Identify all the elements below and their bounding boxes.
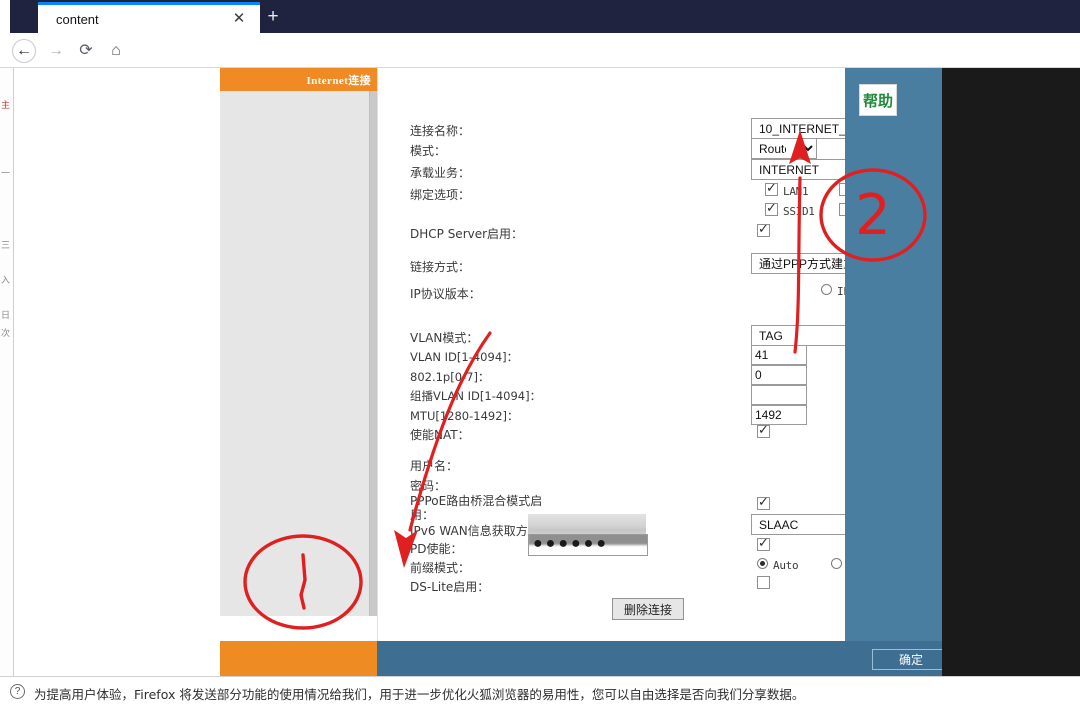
left-panel-footer [220, 641, 377, 676]
nat-checkbox[interactable] [757, 425, 770, 438]
dhcp-server-label: DHCP Server启用： [410, 225, 523, 242]
firefox-notification-bar: ? 为提高用户体验，Firefox 将发送部分功能的使用情况给我们，用于进一步优… [0, 676, 1080, 706]
back-button[interactable]: ← [12, 39, 36, 63]
home-button[interactable]: ⌂ [106, 41, 126, 61]
screenshot-root: content ✕ + ← → ⟳ ⌂ 192.168.1.1/cgi [0, 0, 1080, 706]
page-title: Internet连接 [307, 72, 372, 88]
vlan-id-input[interactable] [751, 345, 807, 365]
password-masked-value: ●●●●●● [533, 536, 609, 552]
tab-title: content [56, 12, 99, 27]
prefix-manual-radio[interactable] [831, 558, 842, 569]
priority-input[interactable] [751, 365, 807, 385]
priority-label: 802.1p[0-7]： [410, 369, 489, 385]
help-button-label: 帮助 [863, 90, 893, 111]
pppoe-checkbox[interactable] [757, 497, 770, 510]
left-panel-scrollbar[interactable] [370, 91, 377, 616]
page-viewport: 主 一 三 入 日 次 Internet连接 连接名称： 10_INT [0, 68, 1080, 676]
password-input[interactable]: ●●●●●● [528, 534, 648, 556]
right-help-panel: 帮助 [845, 68, 942, 641]
pppoe-label-line2: 用： [410, 506, 434, 523]
mtu-label: MTU[1280-1492]： [410, 408, 519, 424]
service-label: 承载业务： [410, 164, 470, 181]
prefix-auto-label: Auto [773, 559, 798, 572]
prefix-mode-label: 前缀模式： [410, 559, 470, 576]
conn-name-label: 连接名称： [410, 122, 470, 139]
mode-label: 模式： [410, 142, 446, 159]
browser-nav-bar: ← → ⟳ ⌂ 192.168.1.1/cgi-bin/content_tele… [0, 33, 1080, 68]
bind-ssid1-checkbox[interactable] [765, 203, 778, 216]
vlan-mode-label: VLAN模式： [410, 329, 478, 346]
close-icon[interactable]: ✕ [230, 10, 248, 28]
username-label: 用户名： [410, 457, 458, 474]
browser-tab-content[interactable]: content ✕ [38, 2, 260, 33]
pd-label: PD使能： [410, 540, 462, 557]
bind-lan1-checkbox[interactable] [765, 183, 778, 196]
bind-ssid1-label: SSID1 [783, 205, 815, 218]
bind-lan1-label: LAN1 [783, 185, 808, 198]
form-footer-bar: 确定 取消 [377, 641, 942, 676]
left-nav-panel [220, 91, 370, 616]
mcast-vlan-input[interactable] [751, 385, 807, 405]
dslite-checkbox[interactable] [757, 576, 770, 589]
desktop-background-right [942, 68, 1080, 676]
reload-button[interactable]: ⟳ [76, 41, 96, 61]
background-window-column: 主 一 三 入 日 次 [0, 68, 14, 676]
vlan-id-label: VLAN ID[1-4094]： [410, 349, 518, 365]
ipv4-radio[interactable] [821, 284, 832, 295]
mcast-vlan-label: 组播VLAN ID[1-4094]： [410, 388, 541, 404]
dslite-label: DS-Lite启用： [410, 578, 489, 595]
ok-button[interactable]: 确定 [872, 649, 950, 670]
background-window-marks: 主 一 三 入 日 次 [0, 68, 14, 676]
pd-checkbox[interactable] [757, 538, 770, 551]
browser-tab-strip: content ✕ + [0, 0, 1080, 33]
section-header-bar: Internet连接 [220, 68, 377, 91]
new-tab-button[interactable]: + [262, 6, 284, 28]
help-button[interactable]: 帮助 [859, 84, 897, 116]
router-admin-ui: Internet连接 连接名称： 10_INTERNET_R_VID_41 模式… [220, 68, 942, 676]
mode-select[interactable]: Route [751, 138, 817, 159]
bind-options-label: 绑定选项： [410, 186, 470, 203]
dhcp-server-checkbox[interactable] [757, 224, 770, 237]
link-mode-label: 链接方式： [410, 258, 470, 275]
question-mark-icon[interactable]: ? [10, 684, 25, 699]
forward-button[interactable]: → [46, 41, 66, 61]
prefix-auto-radio[interactable] [757, 558, 768, 569]
nat-label: 使能NAT： [410, 426, 470, 443]
delete-connection-button[interactable]: 删除连接 [612, 598, 684, 620]
ip-version-label: IP协议版本： [410, 285, 481, 302]
notification-text: 为提高用户体验，Firefox 将发送部分功能的使用情况给我们，用于进一步优化火… [34, 684, 804, 703]
background-window-sliver [0, 0, 10, 33]
